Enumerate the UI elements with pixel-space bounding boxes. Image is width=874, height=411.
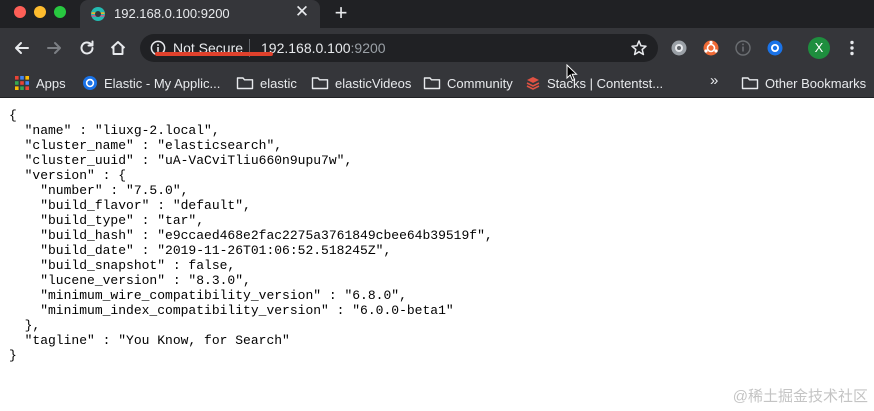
- watermark: @稀土掘金技术社区: [732, 388, 868, 405]
- json-line: "build_type" : "tar",: [9, 213, 205, 228]
- extension-icon[interactable]: [734, 39, 752, 57]
- folder-icon: [236, 77, 254, 90]
- stack-icon: [526, 77, 540, 90]
- mouse-pointer-icon: [566, 63, 578, 82]
- forward-icon[interactable]: [43, 37, 65, 59]
- json-line: "name" : "liuxg-2.local",: [9, 123, 220, 138]
- address-bar[interactable]: Not Secure 192.168.0.100:9200: [140, 34, 658, 62]
- folder-icon: [423, 77, 441, 90]
- tab-strip: 192.168.0.100:9200 ✕ +: [0, 0, 874, 28]
- bookmark-other[interactable]: Other Bookmarks: [741, 73, 866, 93]
- bookmark-folder-elasticvideos[interactable]: elasticVideos: [311, 73, 411, 93]
- close-tab-icon[interactable]: ✕: [294, 3, 310, 20]
- json-line: "tagline" : "You Know, for Search": [9, 333, 290, 348]
- json-line: "number" : "7.5.0",: [9, 183, 189, 198]
- json-line: "build_date" : "2019-11-26T01:06:52.5182…: [9, 243, 392, 258]
- json-line: "minimum_wire_compatibility_version" : "…: [9, 288, 407, 303]
- url-port: :9200: [350, 40, 386, 56]
- bookmark-elastic-app[interactable]: Elastic - My Applic...: [82, 73, 220, 93]
- json-line: {: [9, 108, 17, 123]
- url-highlight-mark: [155, 52, 273, 56]
- bookmark-label: Apps: [36, 75, 66, 91]
- avatar[interactable]: X: [808, 37, 830, 59]
- back-icon[interactable]: [11, 37, 33, 59]
- bookmarks-bar: Apps Elastic - My Applic... elastic elas…: [0, 68, 874, 98]
- bookmark-label: Other Bookmarks: [765, 75, 867, 91]
- json-line: "minimum_index_compatibility_version" : …: [9, 303, 454, 318]
- json-response[interactable]: { "name" : "liuxg-2.local", "cluster_nam…: [9, 108, 493, 363]
- home-icon[interactable]: [107, 37, 129, 59]
- minimize-window-button[interactable]: [34, 6, 46, 18]
- bookmark-folder-community[interactable]: Community: [423, 73, 513, 93]
- json-line: "version" : {: [9, 168, 127, 183]
- menu-icon[interactable]: [842, 38, 862, 58]
- bookmark-label: elasticVideos: [335, 75, 412, 91]
- tab-active[interactable]: 192.168.0.100:9200 ✕: [80, 0, 320, 28]
- url-host: 192.168.0.100: [261, 40, 351, 56]
- close-window-button[interactable]: [14, 6, 26, 18]
- json-line: }: [9, 348, 17, 363]
- zoom-window-button[interactable]: [54, 6, 66, 18]
- bookmark-folder-elastic[interactable]: elastic: [236, 73, 297, 93]
- bookmark-label: elastic: [260, 75, 297, 91]
- json-line: "lucene_version" : "8.3.0",: [9, 273, 251, 288]
- chrome-site-icon: [83, 76, 97, 90]
- extension-icon[interactable]: [702, 39, 720, 57]
- elastic-globe-icon: [90, 6, 106, 22]
- bookmark-apps[interactable]: Apps: [14, 73, 66, 93]
- json-line: "build_snapshot" : false,: [9, 258, 236, 273]
- extension-icon[interactable]: [670, 39, 688, 57]
- bookmark-label: Community: [447, 75, 513, 91]
- folder-icon: [741, 77, 759, 90]
- bookmark-contentstack[interactable]: Stacks | Contentst...: [525, 73, 663, 93]
- reload-icon[interactable]: [76, 37, 98, 59]
- star-icon[interactable]: [630, 39, 648, 57]
- url-text[interactable]: 192.168.0.100:9200: [261, 40, 386, 56]
- tab-title: 192.168.0.100:9200: [114, 6, 230, 21]
- new-tab-button[interactable]: +: [330, 2, 352, 24]
- apps-grid-icon: [15, 76, 29, 90]
- toolbar: Not Secure 192.168.0.100:9200 X: [0, 28, 874, 68]
- json-line: "cluster_name" : "elasticsearch",: [9, 138, 283, 153]
- json-line: },: [9, 318, 41, 333]
- json-line: "build_flavor" : "default",: [9, 198, 251, 213]
- folder-icon: [311, 77, 329, 90]
- bookmark-label: Elastic - My Applic...: [104, 75, 221, 91]
- extension-icon[interactable]: [766, 39, 784, 57]
- bookmarks-overflow-icon[interactable]: »: [710, 72, 718, 89]
- bookmark-label: Stacks | Contentst...: [547, 75, 664, 91]
- json-line: "build_hash" : "e9ccaed468e2fac2275a3761…: [9, 228, 493, 243]
- json-line: "cluster_uuid" : "uA-VaCviTliu660n9upu7w…: [9, 153, 353, 168]
